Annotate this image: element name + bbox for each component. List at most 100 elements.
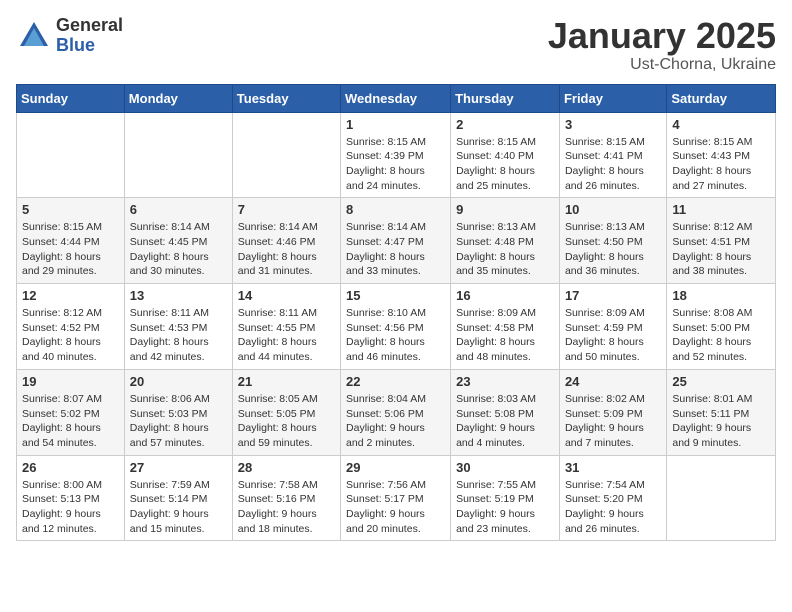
day-info: Sunrise: 8:13 AMSunset: 4:48 PMDaylight:…	[456, 220, 554, 279]
calendar-cell: 22 Sunrise: 8:04 AMSunset: 5:06 PMDayligh…	[341, 369, 451, 455]
logo-text: General Blue	[56, 16, 123, 56]
weekday-monday: Monday	[124, 84, 232, 112]
day-info: Sunrise: 8:15 AMSunset: 4:44 PMDaylight:…	[22, 220, 119, 279]
day-info: Sunrise: 8:04 AMSunset: 5:06 PMDaylight:…	[346, 392, 445, 451]
calendar-cell: 14 Sunrise: 8:11 AMSunset: 4:55 PMDayligh…	[232, 284, 340, 370]
day-number: 3	[565, 117, 661, 132]
calendar-cell: 4Sunrise: 8:15 AMSunset: 4:43 PMDaylight…	[667, 112, 776, 198]
day-number: 6	[130, 202, 227, 217]
calendar-cell	[17, 112, 125, 198]
day-number: 13	[130, 288, 227, 303]
day-number: 24	[565, 374, 661, 389]
day-info: Sunrise: 7:56 AMSunset: 5:17 PMDaylight:…	[346, 478, 445, 537]
day-number: 4	[672, 117, 770, 132]
logo-blue: Blue	[56, 36, 123, 56]
day-info: Sunrise: 8:02 AMSunset: 5:09 PMDaylight:…	[565, 392, 661, 451]
day-number: 1	[346, 117, 445, 132]
day-number: 23	[456, 374, 554, 389]
day-info: Sunrise: 8:08 AMSunset: 5:00 PMDaylight:…	[672, 306, 770, 365]
calendar-header: SundayMondayTuesdayWednesdayThursdayFrid…	[17, 84, 776, 112]
calendar-cell: 11 Sunrise: 8:12 AMSunset: 4:51 PMDayligh…	[667, 198, 776, 284]
weekday-header-row: SundayMondayTuesdayWednesdayThursdayFrid…	[17, 84, 776, 112]
day-number: 31	[565, 460, 661, 475]
title-block: January 2025 Ust-Chorna, Ukraine	[548, 16, 776, 74]
day-info: Sunrise: 8:00 AMSunset: 5:13 PMDaylight:…	[22, 478, 119, 537]
day-number: 8	[346, 202, 445, 217]
calendar-cell: 7Sunrise: 8:14 AMSunset: 4:46 PMDaylight…	[232, 198, 340, 284]
day-number: 15	[346, 288, 445, 303]
calendar-cell: 8Sunrise: 8:14 AMSunset: 4:47 PMDaylight…	[341, 198, 451, 284]
calendar-cell: 12Sunrise: 8:12 AMSunset: 4:52 PMDayligh…	[17, 284, 125, 370]
location: Ust-Chorna, Ukraine	[548, 56, 776, 74]
month-title: January 2025	[548, 16, 776, 56]
weekday-sunday: Sunday	[17, 84, 125, 112]
day-number: 9	[456, 202, 554, 217]
day-number: 22	[346, 374, 445, 389]
day-info: Sunrise: 7:58 AMSunset: 5:16 PMDaylight:…	[238, 478, 335, 537]
day-number: 17	[565, 288, 661, 303]
calendar-cell: 28 Sunrise: 7:58 AMSunset: 5:16 PMDayligh…	[232, 455, 340, 541]
calendar-cell: 6 Sunrise: 8:14 AMSunset: 4:45 PMDaylight…	[124, 198, 232, 284]
day-number: 5	[22, 202, 119, 217]
calendar-cell: 19 Sunrise: 8:07 AMSunset: 5:02 PMDayligh…	[17, 369, 125, 455]
day-number: 10	[565, 202, 661, 217]
day-info: Sunrise: 8:09 AMSunset: 4:58 PMDaylight:…	[456, 306, 554, 365]
calendar-cell: 3 Sunrise: 8:15 AMSunset: 4:41 PMDaylight…	[559, 112, 666, 198]
calendar-table: SundayMondayTuesdayWednesdayThursdayFrid…	[16, 84, 776, 542]
day-info: Sunrise: 8:14 AMSunset: 4:45 PMDaylight:…	[130, 220, 227, 279]
day-number: 2	[456, 117, 554, 132]
day-info: Sunrise: 8:15 AMSunset: 4:39 PMDaylight:…	[346, 135, 445, 194]
day-info: Sunrise: 8:01 AMSunset: 5:11 PMDaylight:…	[672, 392, 770, 451]
calendar-cell: 31Sunrise: 7:54 AMSunset: 5:20 PMDayligh…	[559, 455, 666, 541]
calendar-cell: 1 Sunrise: 8:15 AMSunset: 4:39 PMDaylight…	[341, 112, 451, 198]
calendar-cell: 13 Sunrise: 8:11 AMSunset: 4:53 PMDayligh…	[124, 284, 232, 370]
day-number: 18	[672, 288, 770, 303]
day-number: 29	[346, 460, 445, 475]
day-info: Sunrise: 7:59 AMSunset: 5:14 PMDaylight:…	[130, 478, 227, 537]
day-info: Sunrise: 8:03 AMSunset: 5:08 PMDaylight:…	[456, 392, 554, 451]
calendar-cell: 23 Sunrise: 8:03 AMSunset: 5:08 PMDayligh…	[451, 369, 560, 455]
day-number: 20	[130, 374, 227, 389]
page-header: General Blue January 2025 Ust-Chorna, Uk…	[16, 16, 776, 74]
day-number: 11	[672, 202, 770, 217]
weekday-thursday: Thursday	[451, 84, 560, 112]
day-info: Sunrise: 8:11 AMSunset: 4:55 PMDaylight:…	[238, 306, 335, 365]
day-number: 30	[456, 460, 554, 475]
weekday-tuesday: Tuesday	[232, 84, 340, 112]
calendar-cell: 25 Sunrise: 8:01 AMSunset: 5:11 PMDayligh…	[667, 369, 776, 455]
day-info: Sunrise: 7:55 AMSunset: 5:19 PMDaylight:…	[456, 478, 554, 537]
day-info: Sunrise: 8:11 AMSunset: 4:53 PMDaylight:…	[130, 306, 227, 365]
calendar-cell: 29 Sunrise: 7:56 AMSunset: 5:17 PMDayligh…	[341, 455, 451, 541]
day-info: Sunrise: 8:12 AMSunset: 4:51 PMDaylight:…	[672, 220, 770, 279]
day-number: 19	[22, 374, 119, 389]
day-info: Sunrise: 8:07 AMSunset: 5:02 PMDaylight:…	[22, 392, 119, 451]
day-info: Sunrise: 8:10 AMSunset: 4:56 PMDaylight:…	[346, 306, 445, 365]
week-row-4: 19 Sunrise: 8:07 AMSunset: 5:02 PMDayligh…	[17, 369, 776, 455]
day-info: Sunrise: 8:12 AMSunset: 4:52 PMDaylight:…	[22, 306, 119, 365]
day-number: 14	[238, 288, 335, 303]
calendar-cell: 30 Sunrise: 7:55 AMSunset: 5:19 PMDayligh…	[451, 455, 560, 541]
day-number: 26	[22, 460, 119, 475]
day-number: 28	[238, 460, 335, 475]
calendar-cell: 17 Sunrise: 8:09 AMSunset: 4:59 PMDayligh…	[559, 284, 666, 370]
day-info: Sunrise: 8:15 AMSunset: 4:41 PMDaylight:…	[565, 135, 661, 194]
day-info: Sunrise: 8:09 AMSunset: 4:59 PMDaylight:…	[565, 306, 661, 365]
calendar-cell: 21Sunrise: 8:05 AMSunset: 5:05 PMDayligh…	[232, 369, 340, 455]
day-number: 21	[238, 374, 335, 389]
logo-icon	[16, 18, 52, 54]
calendar-cell: 2 Sunrise: 8:15 AMSunset: 4:40 PMDaylight…	[451, 112, 560, 198]
calendar-cell	[124, 112, 232, 198]
calendar-cell: 24 Sunrise: 8:02 AMSunset: 5:09 PMDayligh…	[559, 369, 666, 455]
day-number: 25	[672, 374, 770, 389]
weekday-saturday: Saturday	[667, 84, 776, 112]
day-info: Sunrise: 8:06 AMSunset: 5:03 PMDaylight:…	[130, 392, 227, 451]
calendar-cell: 18 Sunrise: 8:08 AMSunset: 5:00 PMDayligh…	[667, 284, 776, 370]
day-number: 7	[238, 202, 335, 217]
logo-general: General	[56, 16, 123, 36]
calendar-body: 1 Sunrise: 8:15 AMSunset: 4:39 PMDaylight…	[17, 112, 776, 541]
calendar-cell: 20 Sunrise: 8:06 AMSunset: 5:03 PMDayligh…	[124, 369, 232, 455]
calendar-cell	[232, 112, 340, 198]
week-row-3: 12Sunrise: 8:12 AMSunset: 4:52 PMDayligh…	[17, 284, 776, 370]
day-number: 16	[456, 288, 554, 303]
day-info: Sunrise: 8:15 AMSunset: 4:40 PMDaylight:…	[456, 135, 554, 194]
